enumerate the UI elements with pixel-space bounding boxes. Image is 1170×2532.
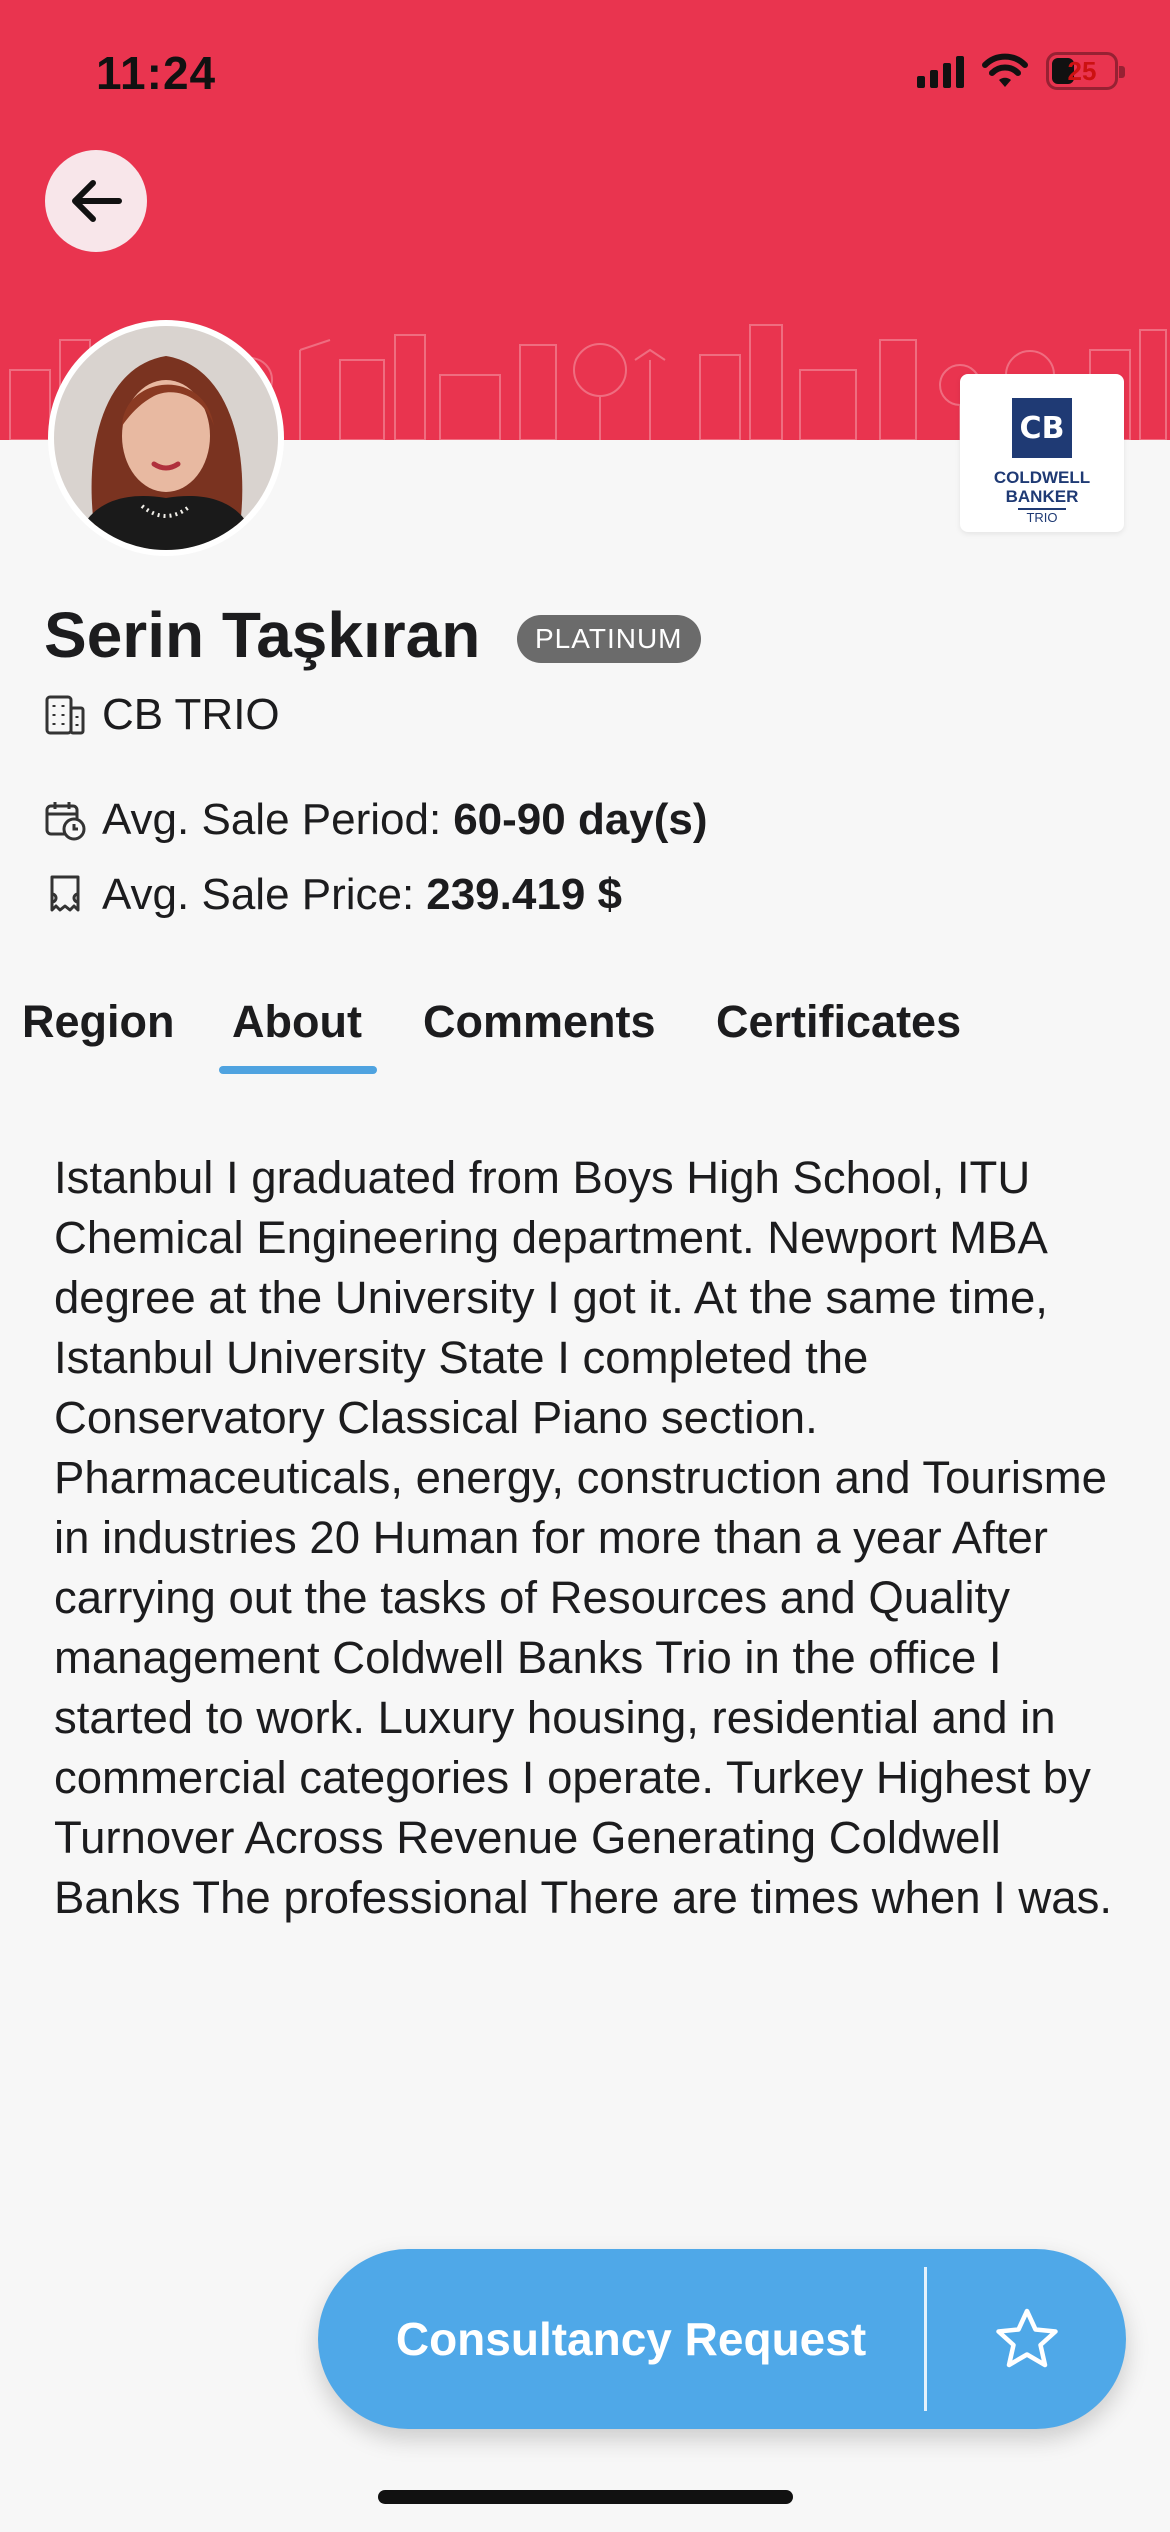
signal-icon xyxy=(917,54,964,88)
tab-region[interactable]: Region xyxy=(22,996,175,1048)
logo-line-3: TRIO xyxy=(1018,508,1066,525)
sale-price-value: 239.419 $ xyxy=(426,870,622,919)
wifi-icon xyxy=(982,53,1028,87)
tier-badge: PLATINUM xyxy=(517,615,701,663)
tab-about[interactable]: About xyxy=(232,996,362,1048)
sale-period-row: Avg. Sale Period: 60-90 day(s) xyxy=(44,795,708,845)
agent-avatar xyxy=(48,320,284,556)
price-tag-icon xyxy=(44,874,86,916)
agent-photo xyxy=(54,326,278,550)
office-row: CB TRIO xyxy=(44,690,280,740)
logo-line-2: BANKER xyxy=(1005,487,1079,506)
coldwell-banker-mark: CB xyxy=(1012,398,1072,458)
sale-price-row: Avg. Sale Price: 239.419 $ xyxy=(44,870,622,920)
tab-certificates[interactable]: Certificates xyxy=(716,996,961,1048)
building-icon xyxy=(44,694,86,736)
sale-period-value: 60-90 day(s) xyxy=(453,795,708,844)
battery-level: 25 xyxy=(1067,55,1097,86)
star-icon xyxy=(995,2308,1058,2368)
status-icons: 25 xyxy=(917,52,1125,90)
consultancy-request-bar: Consultancy Request xyxy=(318,2249,1126,2429)
active-tab-indicator xyxy=(219,1066,377,1074)
about-text: Istanbul I graduated from Boys High Scho… xyxy=(54,1152,1112,1923)
status-bar: 11:24 25 xyxy=(0,0,1170,140)
logo-line-1: COLDWELL xyxy=(993,468,1091,487)
agency-logo: CB COLDWELL BANKER TRIO xyxy=(960,374,1124,532)
back-button[interactable] xyxy=(45,150,147,252)
sale-period-label: Avg. Sale Period: xyxy=(102,795,442,844)
agent-name: Serin Taşkıran xyxy=(44,599,481,671)
calendar-clock-icon xyxy=(44,799,86,841)
profile-tabs: Region About Comments Certificates xyxy=(0,996,1170,1080)
arrow-left-icon xyxy=(72,180,122,222)
favorite-button[interactable] xyxy=(927,2307,1126,2371)
battery-icon: 25 xyxy=(1046,52,1125,90)
status-time: 11:24 xyxy=(96,47,217,99)
sale-price-label: Avg. Sale Price: xyxy=(102,870,415,919)
tab-comments[interactable]: Comments xyxy=(423,996,656,1048)
consultancy-request-button[interactable]: Consultancy Request xyxy=(318,2312,924,2366)
home-indicator xyxy=(378,2490,793,2504)
office-name: CB TRIO xyxy=(102,690,280,739)
